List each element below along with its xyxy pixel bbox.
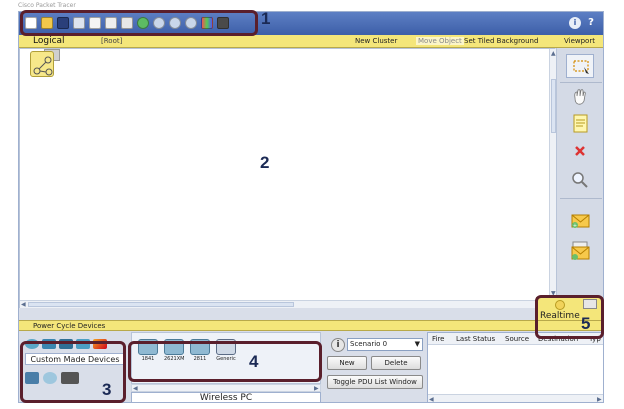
annotation-number-5: 5 — [581, 314, 591, 333]
scroll-left-icon[interactable]: ◀ — [429, 396, 434, 402]
canvas-horizontal-scrollbar[interactable]: ◀ ▶ — [20, 300, 549, 308]
info-icon[interactable]: i — [569, 17, 581, 29]
annotation-number-3: 3 — [102, 380, 112, 399]
place-note-icon[interactable] — [566, 112, 594, 136]
logical-tab-icon[interactable] — [30, 51, 54, 77]
annotation-number-2: 2 — [260, 153, 270, 172]
delete-scenario-button[interactable]: Delete — [371, 356, 421, 370]
canvas-vertical-scrollbar[interactable]: ▲ ▼ — [549, 49, 556, 299]
scenario-selected-value: Scenario 0 — [350, 340, 388, 348]
column-fire[interactable]: Fire — [432, 335, 445, 343]
annotation-box-1 — [20, 10, 258, 36]
set-tiled-background-button[interactable]: Set Tiled Background — [464, 37, 538, 45]
move-object-button[interactable]: Move Object — [416, 37, 464, 45]
scroll-up-icon[interactable]: ▲ — [551, 50, 556, 57]
annotation-number-4: 4 — [249, 352, 259, 371]
add-simple-pdu-icon[interactable]: + — [566, 208, 594, 232]
column-last-status[interactable]: Last Status — [456, 335, 495, 343]
device-list-scrollbar[interactable]: ◀ ▶ — [131, 384, 321, 392]
viewport-button[interactable]: Viewport — [564, 37, 595, 45]
annotation-number-1: 1 — [261, 9, 271, 28]
column-source[interactable]: Source — [505, 335, 529, 343]
scroll-left-icon[interactable]: ◀ — [133, 385, 138, 392]
scenario-panel: i Scenario 0 ▼ New Delete Toggle PDU Lis… — [325, 331, 425, 402]
help-icon[interactable]: ? — [585, 17, 597, 29]
move-layout-hand-icon[interactable] — [566, 84, 594, 108]
pdu-table-scrollbar[interactable]: ◀ ▶ — [428, 394, 603, 402]
workspace-canvas[interactable]: ▲ ▼ ◀ ▶ — [19, 48, 556, 308]
svg-text:+: + — [573, 223, 577, 229]
scroll-left-icon[interactable]: ◀ — [21, 301, 26, 308]
power-cycle-bar: Power Cycle Devices — [19, 320, 603, 331]
delete-icon[interactable] — [566, 140, 594, 164]
selected-device-label: Wireless PC — [131, 392, 321, 402]
annotation-box-4 — [128, 341, 322, 382]
logical-workspace-bar: Logical [Root] New Cluster Move Object S… — [19, 35, 603, 48]
logical-workspace-label[interactable]: Logical — [33, 36, 65, 46]
select-tool-icon[interactable] — [566, 54, 594, 78]
scenario-info-icon[interactable]: i — [331, 338, 345, 352]
chevron-down-icon: ▼ — [414, 340, 420, 348]
annotation-box-5 — [535, 295, 604, 339]
pdu-list-table: Fire Last Status Source Destination Typ … — [427, 332, 603, 402]
new-cluster-button[interactable]: New Cluster — [355, 37, 397, 45]
horizontal-scroll-thumb[interactable] — [28, 302, 294, 307]
power-cycle-devices-button[interactable]: Power Cycle Devices — [33, 322, 105, 330]
toggle-pdu-list-button[interactable]: Toggle PDU List Window — [327, 375, 423, 389]
add-complex-pdu-icon[interactable] — [566, 238, 594, 262]
scenario-select[interactable]: Scenario 0 ▼ — [347, 338, 423, 351]
inspect-magnifier-icon[interactable] — [566, 168, 594, 192]
common-tools-bar: + — [556, 48, 603, 320]
root-breadcrumb[interactable]: [Root] — [101, 37, 122, 45]
scroll-right-icon[interactable]: ▶ — [597, 396, 602, 402]
scroll-right-icon[interactable]: ▶ — [314, 385, 319, 392]
new-scenario-button[interactable]: New — [327, 356, 367, 370]
